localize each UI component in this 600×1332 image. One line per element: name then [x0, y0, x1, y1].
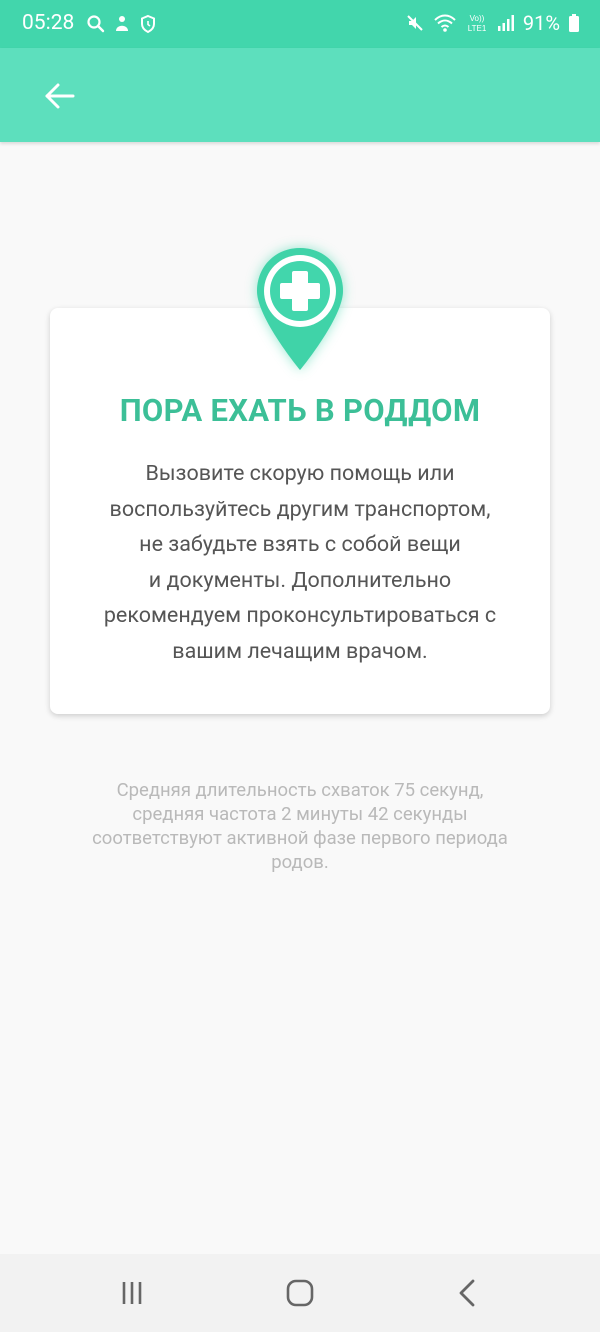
search-icon — [87, 15, 105, 33]
nav-back-button[interactable] — [438, 1268, 498, 1318]
card-title: ПОРА ЕХАТЬ В РОДДОМ — [119, 392, 481, 429]
system-nav-bar — [0, 1254, 600, 1332]
back-button[interactable] — [36, 72, 84, 120]
recent-apps-button[interactable] — [102, 1268, 162, 1318]
card-text-line: и документы. Дополнительно — [148, 567, 452, 593]
card-text-line: воспользуйтесь другим транспортом, — [109, 496, 491, 522]
info-line: соответствуют активной фазе первого пери… — [92, 827, 508, 849]
battery-percent: 91% — [522, 11, 560, 35]
card-text-line: не забудьте взять с собой вещи — [139, 532, 461, 557]
svg-text:LTE1: LTE1 — [468, 24, 487, 33]
recent-apps-icon — [122, 1282, 142, 1304]
wifi-icon — [434, 14, 456, 32]
card-text-line: Вызовите скорую помощь или — [145, 461, 455, 486]
status-right-icons: Vo)) LTE1 91% — [405, 11, 580, 35]
mute-icon — [407, 15, 423, 31]
card-text-line: вашим лечащим врачом. — [172, 638, 428, 664]
home-icon — [286, 1279, 314, 1307]
volte-icon: Vo)) LTE1 — [468, 14, 487, 33]
hospital-location-icon — [257, 248, 343, 370]
signal-icon — [497, 15, 514, 31]
app-bar — [0, 48, 600, 142]
back-icon — [459, 1279, 475, 1307]
svg-text:Vo)): Vo)) — [470, 14, 485, 23]
status-bar: 05:28 Vo)) LTE1 91% — [0, 0, 600, 48]
card-text: Вызовите скорую помощь или воспользуйтес… — [70, 456, 530, 669]
arrow-left-icon — [45, 83, 75, 109]
status-time: 05:28 — [22, 11, 75, 35]
card-text-line: рекомендуем проконсультироваться с — [103, 603, 497, 628]
info-line: Средняя длительность схваток 75 секунд, — [116, 779, 484, 801]
shield-icon — [141, 14, 155, 34]
status-left-icons — [86, 14, 158, 34]
home-button[interactable] — [270, 1268, 330, 1318]
battery-icon — [569, 14, 579, 32]
info-line: родов. — [271, 851, 329, 873]
info-line: средняя частота 2 минуты 42 секунды — [132, 803, 468, 825]
notification-icon — [116, 16, 128, 31]
contractions-info: Средняя длительность схваток 75 секунд, … — [60, 778, 540, 874]
